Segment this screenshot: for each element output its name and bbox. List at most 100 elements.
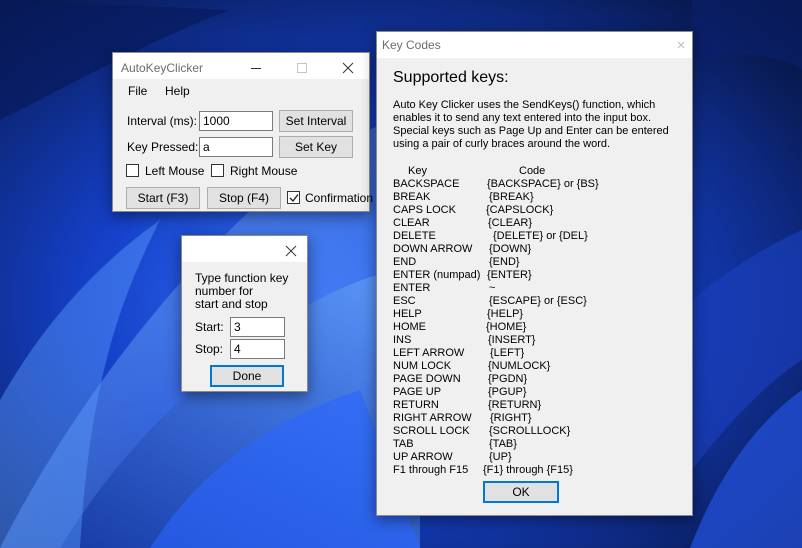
keycode-code: {BACKSPACE} or {BS} [487,178,599,190]
interval-label: Interval (ms): [127,114,198,128]
keycode-key: ESC [393,295,416,307]
keycode-code: ~ [489,282,496,294]
keycode-code: {UP} [489,451,512,463]
keycode-key: NUM LOCK [393,360,452,372]
keycode-key: HOME [393,321,426,333]
keycode-row: ENTER ~ [393,282,683,295]
keycode-code: {END} [489,256,520,268]
keycode-key: UP ARROW [393,451,453,463]
keycode-code: {NUMLOCK} [488,360,551,372]
keycode-row: CAPS LOCK {CAPSLOCK} [393,204,683,217]
ok-button[interactable]: OK [483,481,559,503]
keycode-key: HELP [393,308,422,320]
keycode-key: PAGE UP [393,386,442,398]
interval-input[interactable] [199,111,273,131]
left-mouse-label: Left Mouse [145,164,205,178]
keycode-key: INS [393,334,412,346]
main-window-title: AutoKeyClicker [121,61,204,75]
checkmark-icon [289,194,299,203]
key-pressed-input[interactable] [199,137,273,157]
set-interval-button[interactable]: Set Interval [279,110,353,132]
keycode-key: PAGE DOWN [393,373,461,385]
keycode-row: PAGE UP {PGUP} [393,386,683,399]
keycode-row: ENTER (numpad) {ENTER} [393,269,683,282]
keycode-code: {RIGHT} [490,412,532,424]
keycode-row: DOWN ARROW {DOWN} [393,243,683,256]
keycode-code: {DELETE} or {DEL} [493,230,588,242]
keycode-code: {DOWN} [489,243,532,255]
keycode-row: INS {INSERT} [393,334,683,347]
maximize-icon [297,63,307,73]
stop-button[interactable]: Stop (F4) [207,187,281,209]
key-pressed-label: Key Pressed: [127,140,199,154]
keycode-row: BREAK {BREAK} [393,191,683,204]
start-key-input[interactable] [230,317,285,337]
supported-keys-heading: Supported keys: [393,69,509,86]
keycode-key: DELETE [393,230,436,242]
keycode-row: BACKSPACE {BACKSPACE} or {BS} [393,178,683,191]
keycodes-header-row: Key Code [393,165,683,178]
main-titlebar[interactable]: AutoKeyClicker [113,53,369,79]
keycode-key: SCROLL LOCK [393,425,470,437]
keycode-key: RIGHT ARROW [393,412,472,424]
keycode-row: RETURN {RETURN} [393,399,683,412]
dialog-prompt-line-2: number for [195,284,254,298]
function-key-dialog: Type function key number for start and s… [181,235,308,392]
confirmation-label: Confirmation [305,191,374,205]
set-key-button[interactable]: Set Key [279,136,353,158]
keycode-key: F1 through F15 [393,464,469,476]
keycodes-close-button[interactable] [670,32,692,58]
keycode-key: CAPS LOCK [393,204,456,216]
close-icon [285,245,297,257]
left-mouse-checkbox[interactable] [126,164,139,177]
keycode-key: CLEAR [393,217,430,229]
keycode-key: ENTER [393,282,431,294]
keycodes-body: Supported keys: Auto Key Clicker uses th… [377,58,692,515]
keycode-key: END [393,256,417,268]
key-codes-window: Key Codes Supported keys: Auto Key Click… [376,31,693,516]
keycode-key: BREAK [393,191,431,203]
confirmation-checkbox[interactable] [287,191,300,204]
dialog-body: Type function key number for start and s… [182,262,307,391]
minimize-icon [251,68,261,69]
keycode-code: {HOME} [486,321,527,333]
keycode-row: F1 through F15 {F1} through {F15} [393,464,683,477]
keycode-code: {ENTER} [487,269,532,281]
right-mouse-checkbox[interactable] [211,164,224,177]
keycode-code: {PGDN} [488,373,528,385]
close-icon [677,41,685,49]
done-button[interactable]: Done [210,365,284,387]
keycode-row: SCROLL LOCK {SCROLLLOCK} [393,425,683,438]
keycode-row: END {END} [393,256,683,269]
keycode-row: DELETE {DELETE} or {DEL} [393,230,683,243]
keycode-code: {CAPSLOCK} [486,204,554,216]
keycode-row: RIGHT ARROW {RIGHT} [393,412,683,425]
stop-key-label: Stop: [195,342,224,356]
keycode-row: LEFT ARROW {LEFT} [393,347,683,360]
column-key-header: Key [408,165,427,177]
keycode-code: {ESCAPE} or {ESC} [489,295,587,307]
dialog-titlebar[interactable] [182,236,307,262]
keycodes-description: Auto Key Clicker uses the SendKeys() fun… [393,99,669,150]
right-mouse-label: Right Mouse [230,164,298,178]
keycode-code: {INSERT} [488,334,536,346]
menu-file[interactable]: File [128,84,147,98]
close-icon [342,62,354,74]
keycode-code: {CLEAR} [488,217,533,229]
stop-key-input[interactable] [230,339,285,359]
keycode-row: UP ARROW {UP} [393,451,683,464]
keycode-code: {F1} through {F15} [483,464,573,476]
start-button[interactable]: Start (F3) [126,187,200,209]
keycode-code: {PGUP} [488,386,527,398]
keycode-key: DOWN ARROW [393,243,473,255]
keycode-row: HELP {HELP} [393,308,683,321]
keycodes-titlebar[interactable]: Key Codes [377,32,692,58]
keycode-row: TAB {TAB} [393,438,683,451]
keycodes-window-title: Key Codes [382,38,441,52]
dialog-prompt-line-3: start and stop [195,297,268,311]
keycode-row: PAGE DOWN {PGDN} [393,373,683,386]
menu-help[interactable]: Help [165,84,190,98]
keycode-key: ENTER (numpad) [393,269,481,281]
start-key-label: Start: [195,320,224,334]
keycode-code: {TAB} [489,438,517,450]
